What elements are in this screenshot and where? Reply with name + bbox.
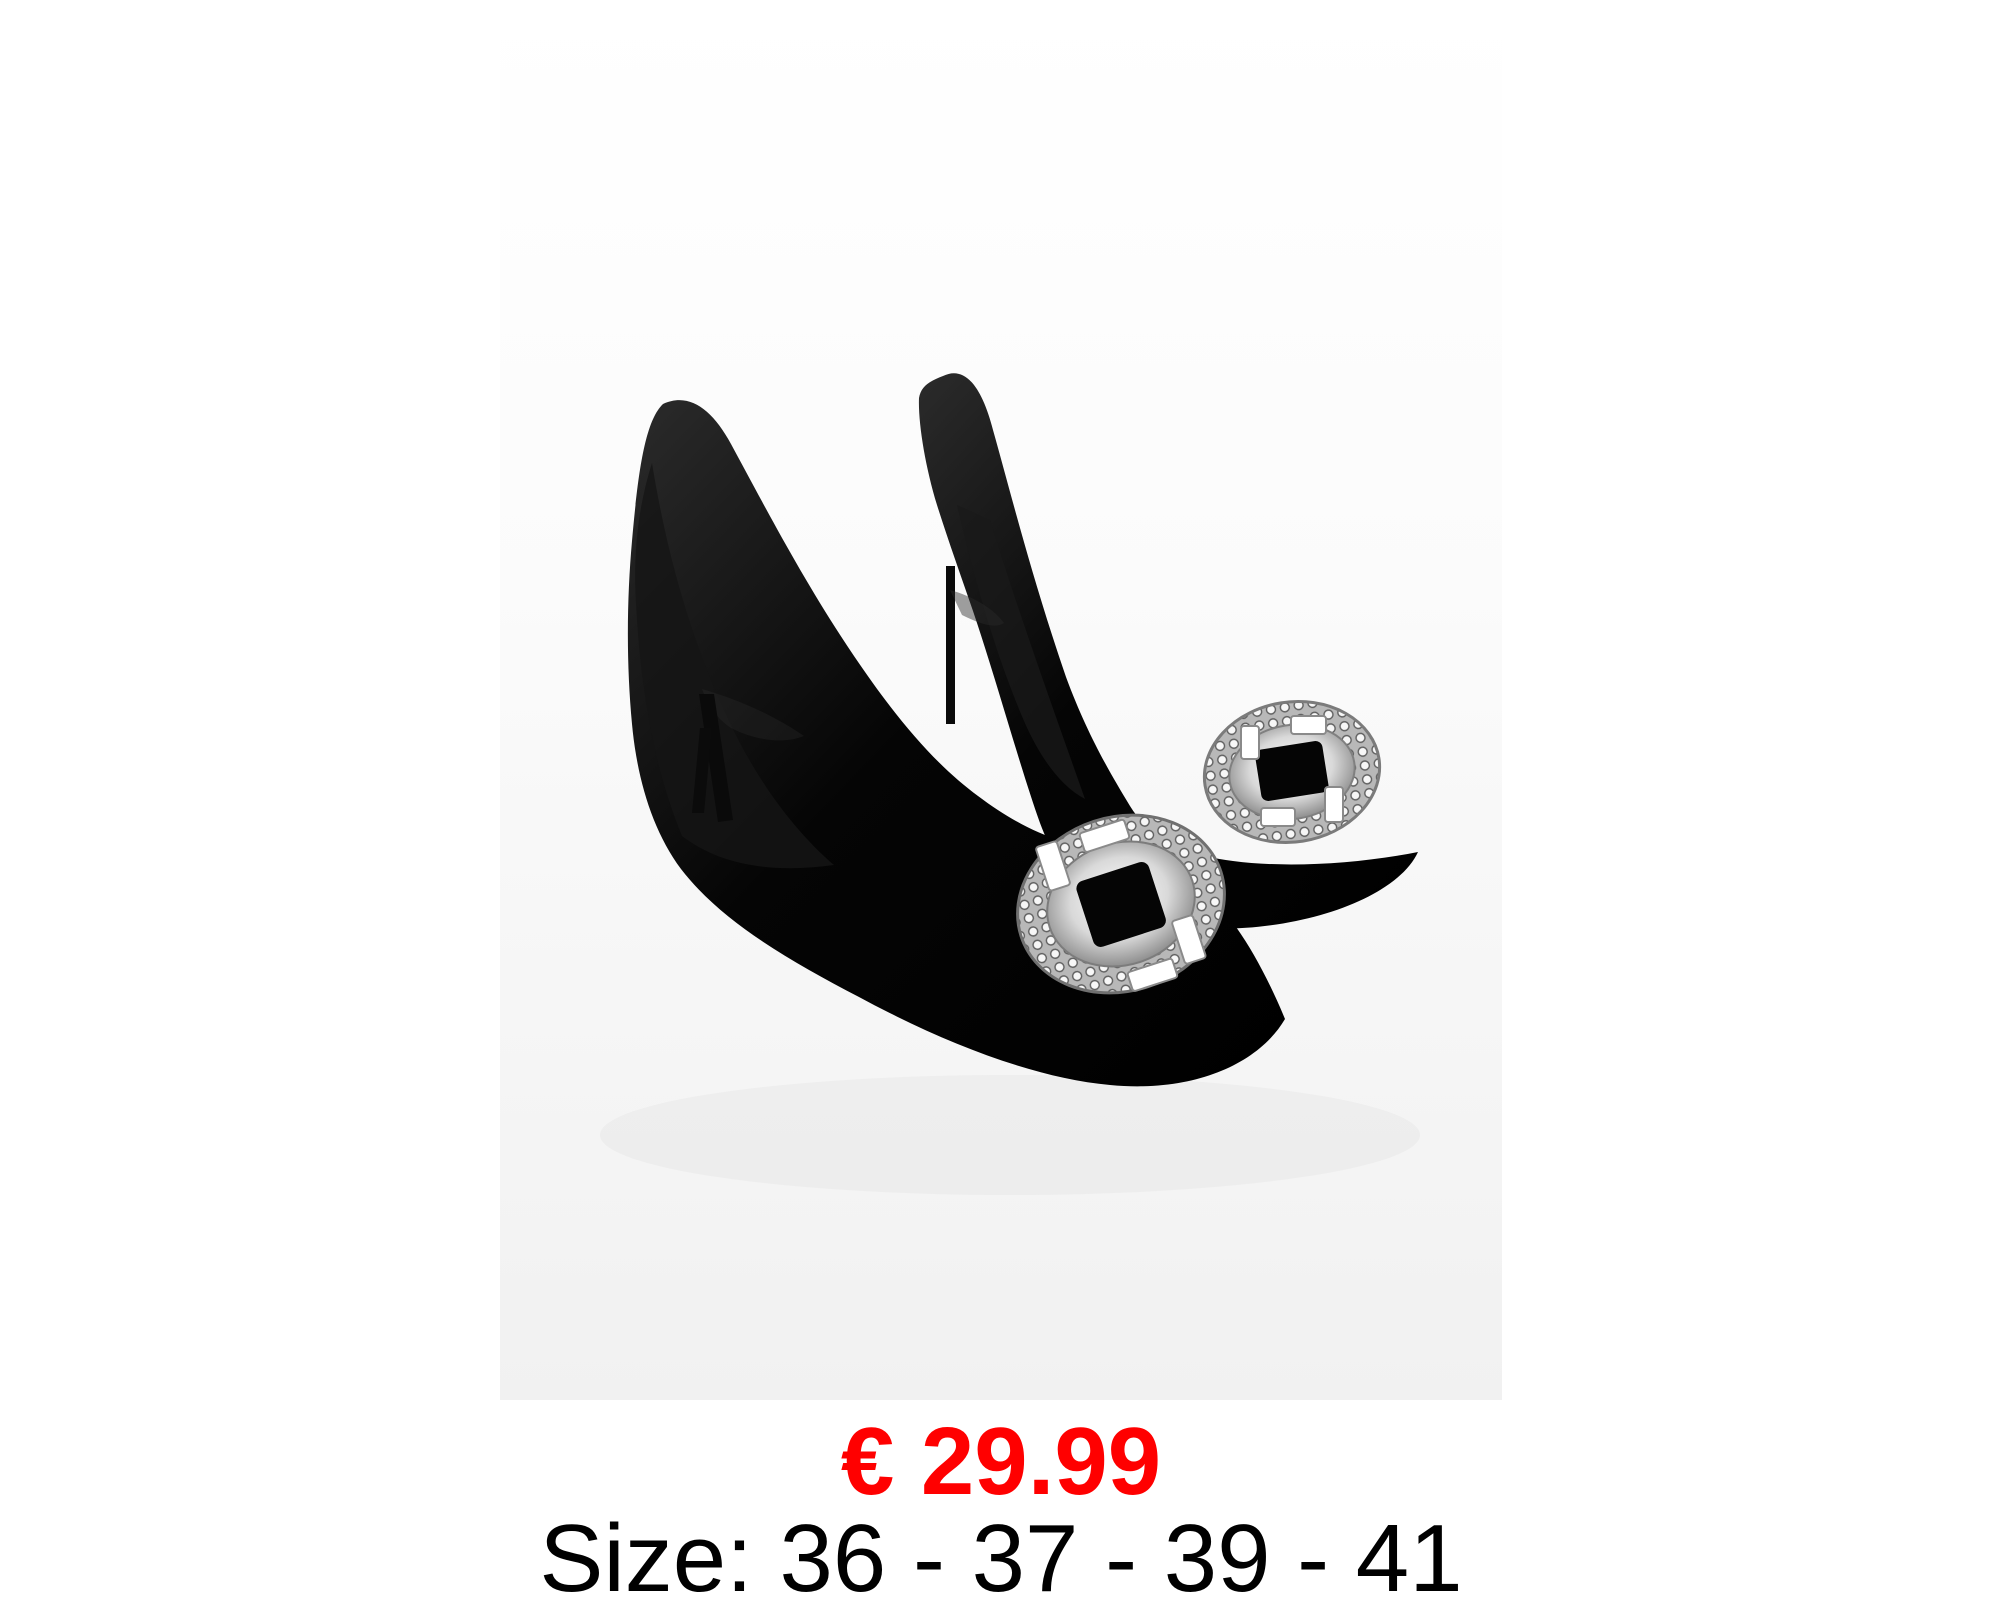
product-sizes: Size: 36 - 37 - 39 - 41 bbox=[539, 1505, 1463, 1612]
product-image[interactable] bbox=[0, 0, 2002, 1400]
back-crystal-brooch bbox=[1202, 700, 1382, 844]
product-card[interactable]: € 29.99 Size: 36 - 37 - 39 - 41 bbox=[0, 0, 2002, 1612]
product-price: € 29.99 bbox=[840, 1408, 1162, 1515]
shoes-illustration bbox=[600, 373, 1420, 1195]
